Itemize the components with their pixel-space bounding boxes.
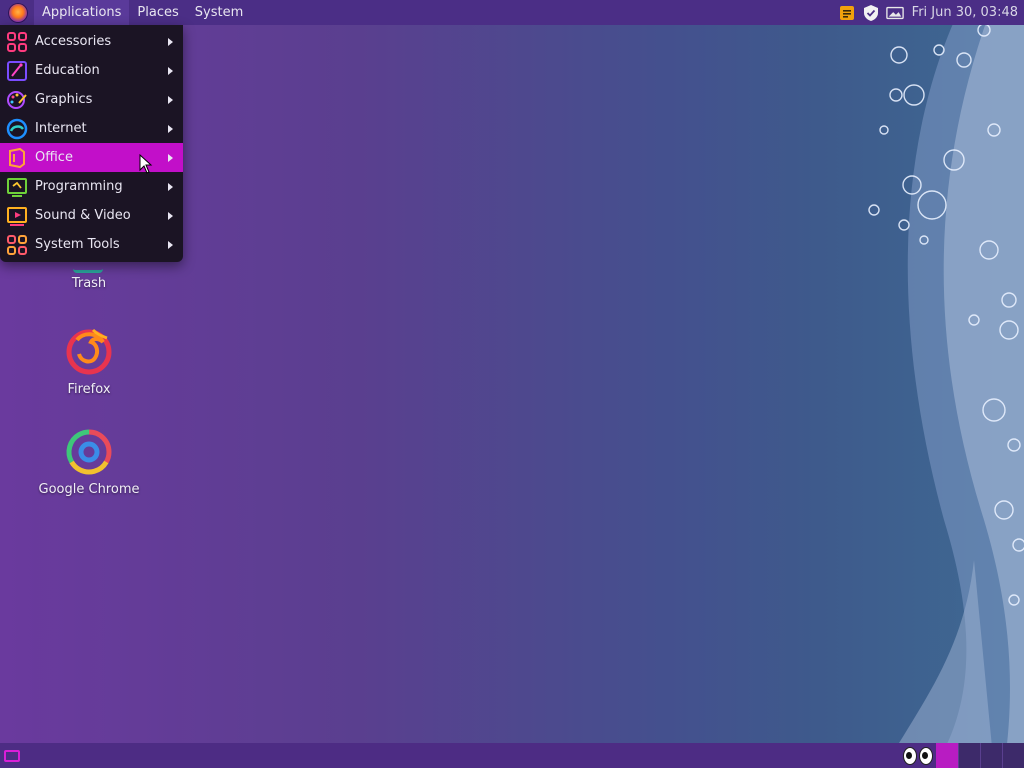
mouse-cursor-icon (139, 154, 153, 174)
places-menu[interactable]: Places (129, 0, 186, 25)
menu-item-label: Office (35, 150, 73, 165)
desktop[interactable]: Applications Places System Fri Jun 30, 0… (0, 0, 1024, 768)
menu-item-system-tools[interactable]: System Tools (0, 230, 183, 259)
system-tools-icon (6, 234, 28, 256)
menu-item-accessories[interactable]: Accessories (0, 27, 183, 56)
bottom-panel (0, 743, 1024, 768)
menu-item-label: System Tools (35, 237, 120, 252)
internet-icon (6, 118, 28, 140)
firefox-icon (63, 326, 115, 378)
wallpaper-decoration (868, 0, 1024, 768)
menu-item-internet[interactable]: Internet (0, 114, 183, 143)
system-menu[interactable]: System (187, 0, 251, 25)
menu-item-sound-video[interactable]: Sound & Video (0, 201, 183, 230)
top-panel: Applications Places System Fri Jun 30, 0… (0, 0, 1024, 25)
shield-icon[interactable] (862, 4, 880, 22)
desktop-icon-firefox[interactable]: Firefox (24, 326, 154, 397)
screen-icon (4, 749, 20, 762)
submenu-arrow-icon (168, 211, 173, 220)
xeyes-icon[interactable] (900, 743, 936, 768)
desktop-icon-label: Firefox (67, 382, 111, 397)
desktop-icon-label: Trash (71, 276, 107, 291)
menu-item-label: Education (35, 63, 100, 78)
accessories-icon (6, 31, 28, 53)
show-desktop-button[interactable] (0, 743, 24, 768)
workspace-3[interactable] (980, 743, 1002, 768)
menu-item-programming[interactable]: Programming (0, 172, 183, 201)
chrome-icon (63, 426, 115, 478)
menu-item-label: Programming (35, 179, 123, 194)
workspace-1[interactable] (936, 743, 958, 768)
menu-item-label: Internet (35, 121, 87, 136)
programming-icon (6, 176, 28, 198)
submenu-arrow-icon (168, 66, 173, 75)
submenu-arrow-icon (168, 37, 173, 46)
submenu-arrow-icon (168, 182, 173, 191)
applications-dropdown: Accessories Education Graphics Internet … (0, 25, 183, 262)
submenu-arrow-icon (168, 95, 173, 104)
display-icon[interactable] (885, 4, 904, 22)
submenu-arrow-icon (168, 153, 173, 162)
applications-menu[interactable]: Applications (34, 0, 130, 25)
menu-item-label: Sound & Video (35, 208, 131, 223)
eye-right (919, 746, 933, 765)
workspace-2[interactable] (958, 743, 980, 768)
eye-left (903, 746, 917, 765)
menu-item-label: Graphics (35, 92, 93, 107)
workspace-4[interactable] (1002, 743, 1024, 768)
sound-video-icon (6, 205, 28, 227)
menu-item-label: Accessories (35, 34, 112, 49)
desktop-icon-trash[interactable]: Trash (24, 276, 154, 291)
desktop-icon-label: Google Chrome (38, 482, 140, 497)
menu-item-graphics[interactable]: Graphics (0, 85, 183, 114)
clock[interactable]: Fri Jun 30, 03:48 (912, 5, 1018, 20)
system-tray: Fri Jun 30, 03:48 (838, 4, 1018, 22)
notes-icon[interactable] (838, 4, 856, 22)
education-icon (6, 60, 28, 82)
graphics-icon (6, 89, 28, 111)
desktop-icon-chrome[interactable]: Google Chrome (24, 426, 154, 497)
trash-icon-partial (73, 262, 103, 273)
menu-item-education[interactable]: Education (0, 56, 183, 85)
submenu-arrow-icon (168, 240, 173, 249)
office-icon (6, 147, 28, 169)
menu-item-office[interactable]: Office (0, 143, 183, 172)
distro-logo-icon[interactable] (8, 2, 28, 23)
submenu-arrow-icon (168, 124, 173, 133)
